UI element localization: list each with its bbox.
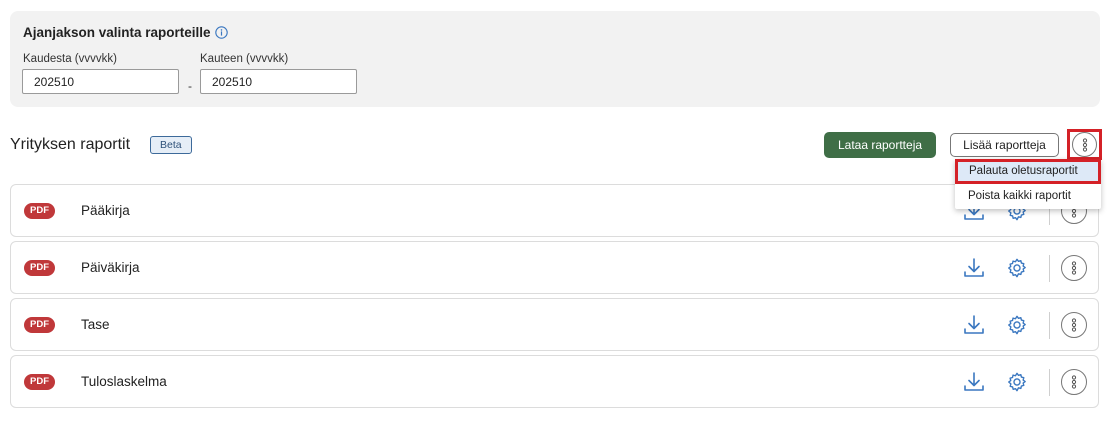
period-selection-panel: Ajanjakson valinta raporteille Kaudesta … <box>10 11 1100 107</box>
to-period-input[interactable] <box>200 69 357 94</box>
row-divider <box>1049 312 1050 339</box>
report-name: Tase <box>81 317 110 332</box>
from-period-label: Kaudesta (vvvvkk) <box>23 53 117 65</box>
gear-icon[interactable] <box>1006 313 1028 337</box>
more-vertical-icon <box>1082 137 1087 152</box>
report-row: PDF Tase <box>10 298 1099 351</box>
gear-icon[interactable] <box>1006 370 1028 394</box>
period-separator: - <box>188 79 192 93</box>
download-reports-button[interactable]: Lataa raportteja <box>824 132 936 158</box>
pdf-badge: PDF <box>24 260 55 276</box>
report-name: Päiväkirja <box>81 260 140 275</box>
period-title: Ajanjakson valinta raporteille <box>23 25 211 40</box>
info-icon[interactable] <box>214 26 228 39</box>
beta-badge: Beta <box>150 136 192 154</box>
more-vertical-icon <box>1071 261 1077 275</box>
report-name: Tuloslaskelma <box>81 374 167 389</box>
pdf-badge: PDF <box>24 203 55 219</box>
add-reports-button[interactable]: Lisää raportteja <box>950 133 1059 157</box>
to-period-label: Kauteen (vvvvkk) <box>200 53 289 65</box>
report-row: PDF Päiväkirja <box>10 241 1099 294</box>
restore-default-reports-item[interactable]: Palauta oletusraportit <box>955 159 1101 184</box>
download-icon[interactable] <box>963 256 985 280</box>
download-icon[interactable] <box>963 313 985 337</box>
period-title-row: Ajanjakson valinta raporteille <box>23 25 228 40</box>
report-row: PDF Pääkirja <box>10 184 1099 237</box>
gear-icon[interactable] <box>1006 256 1028 280</box>
header-more-highlight <box>1067 129 1102 160</box>
pdf-badge: PDF <box>24 374 55 390</box>
more-options-dropdown: Palauta oletusraportit Poista kaikki rap… <box>955 159 1101 209</box>
from-period-input[interactable] <box>22 69 179 94</box>
report-name: Pääkirja <box>81 203 130 218</box>
row-more-button[interactable] <box>1061 255 1087 281</box>
report-row: PDF Tuloslaskelma <box>10 355 1099 408</box>
section-title: Yrityksen raportit <box>10 136 131 153</box>
download-icon[interactable] <box>963 370 985 394</box>
row-more-button[interactable] <box>1061 312 1087 338</box>
row-divider <box>1049 255 1050 282</box>
row-more-button[interactable] <box>1061 369 1087 395</box>
more-vertical-icon <box>1071 318 1077 332</box>
delete-all-reports-item[interactable]: Poista kaikki raportit <box>955 184 1101 209</box>
more-vertical-icon <box>1071 375 1077 389</box>
row-divider <box>1049 369 1050 396</box>
pdf-badge: PDF <box>24 317 55 333</box>
header-more-button[interactable] <box>1072 132 1097 157</box>
